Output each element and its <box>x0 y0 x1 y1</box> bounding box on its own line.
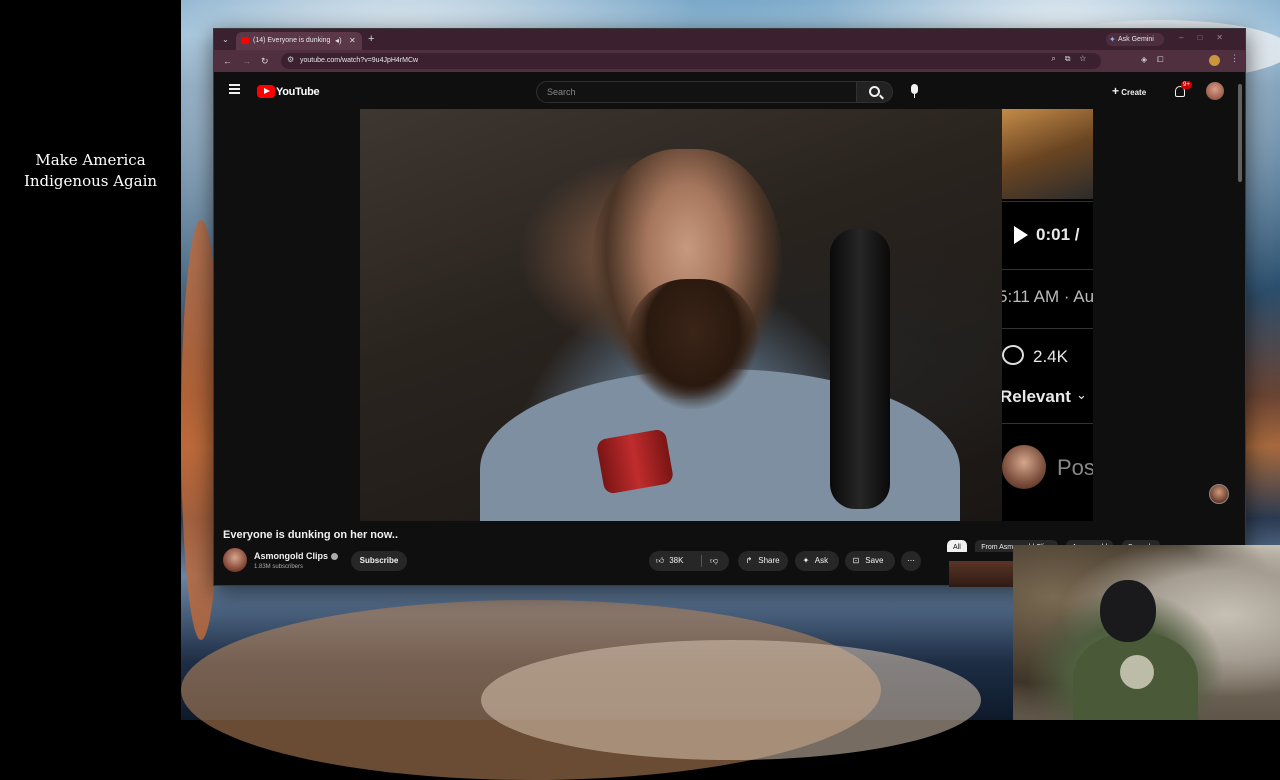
site-info-icon[interactable]: ⚙ <box>287 55 294 64</box>
more-icon: ⋯ <box>907 556 915 565</box>
tab-title: (14) Everyone is dunking on her now.. - … <box>253 37 331 44</box>
search-button[interactable] <box>857 81 893 103</box>
overlay-caption-line1: Make America <box>35 151 146 169</box>
save-button[interactable]: ⊡ Save <box>845 551 895 571</box>
avatar[interactable] <box>1206 82 1224 100</box>
webcam-shirt-print <box>1120 655 1154 689</box>
extensions-icons[interactable]: ◈⧠ <box>1141 55 1174 65</box>
bookmark-icon: ⊡ <box>852 556 860 565</box>
reload-icon[interactable]: ↻ <box>261 54 269 68</box>
ask-gemini-label: Ask Gemini <box>1118 36 1154 43</box>
video-frame-microphone <box>830 229 890 509</box>
embedded-sort-label: Relevant <box>1002 387 1071 406</box>
thumbs-down-icon[interactable]: 👎︎ <box>707 551 721 571</box>
page-scrollbar[interactable] <box>1238 84 1242 182</box>
youtube-favicon-icon <box>241 37 249 44</box>
recommended-video-thumbnail[interactable] <box>949 561 1013 587</box>
ask-gemini-button[interactable]: ✦ Ask Gemini <box>1106 33 1164 46</box>
share-icon: ↱ <box>745 556 753 565</box>
channel-name[interactable]: Asmongold Clips <box>254 550 338 562</box>
chip-all[interactable]: All <box>947 540 967 552</box>
embedded-comment-count: 2.4K <box>1033 347 1068 366</box>
verified-icon <box>331 553 338 561</box>
thumbs-up-icon[interactable]: 👍︎ <box>653 551 667 571</box>
sparkle-icon: ✦ <box>802 556 810 565</box>
tab-youtube[interactable]: (14) Everyone is dunking on her now.. - … <box>236 32 362 50</box>
play-icon <box>1014 226 1028 244</box>
notification-badge: 9+ <box>1181 81 1192 89</box>
streamer-webcam-overlay <box>1013 545 1280 720</box>
browser-profile-icon[interactable] <box>1209 55 1220 66</box>
close-icon[interactable]: ✕ <box>349 35 356 47</box>
divider <box>701 555 702 567</box>
embedded-avatar <box>1002 445 1046 489</box>
embedded-post-label: Pos <box>1057 455 1093 480</box>
video-player[interactable] <box>360 109 1002 521</box>
microphone-icon[interactable] <box>911 84 918 98</box>
more-actions-button[interactable]: ⋯ <box>901 551 921 571</box>
subscriber-count: 1.83M subscribers <box>254 564 304 570</box>
youtube-header: YouTube Search + Create 9+ <box>214 72 1245 108</box>
subscribe-button[interactable]: Subscribe <box>351 551 407 571</box>
embedded-time: 0:01 / <box>1036 225 1080 244</box>
channel-name-text[interactable]: Asmongold Clips <box>254 551 328 561</box>
youtube-logo-icon[interactable] <box>257 85 275 98</box>
create-label: Create <box>1121 88 1147 97</box>
youtube-wordmark[interactable]: YouTube <box>276 85 320 99</box>
ask-label: Ask <box>814 556 829 565</box>
speaker-icon[interactable]: ◂) <box>335 35 342 47</box>
forward-icon[interactable]: → <box>242 54 251 68</box>
share-label: Share <box>758 556 780 565</box>
search-input[interactable]: Search <box>536 81 857 103</box>
new-tab-button[interactable]: + <box>368 32 374 46</box>
embedded-thumbnail <box>1002 109 1093 199</box>
omnibox-actions[interactable]: ⌕⧉☆ <box>1051 54 1095 64</box>
video-embedded-screen-panel: 0:01 / 5:11 AM · Au 2.4K Relevant ⌄ Pos <box>1002 109 1093 521</box>
tab-search-button[interactable]: ⌄ <box>219 33 232 46</box>
video-frame-beard <box>628 279 758 409</box>
create-button[interactable]: + Create <box>1112 85 1146 99</box>
share-button[interactable]: ↱ Share <box>738 551 788 571</box>
save-label: Save <box>865 556 884 565</box>
ask-button[interactable]: ✦ Ask <box>795 551 839 571</box>
video-title: Everyone is dunking on her now.. <box>223 529 399 541</box>
back-icon[interactable]: ← <box>223 54 232 68</box>
channel-avatar[interactable] <box>223 548 247 572</box>
like-count[interactable]: 38K <box>669 556 683 565</box>
comment-icon <box>1002 345 1024 365</box>
webcam-person-head <box>1100 580 1156 642</box>
overlay-caption-line2: Indigenous Again <box>23 172 158 190</box>
gemini-icon: ✦ <box>1109 35 1116 44</box>
browser-window: ⌄ (14) Everyone is dunking on her now.. … <box>213 28 1246 587</box>
browser-toolbar: ← → ↻ ⚙ youtube.com/watch?v=9u4JpH4rMCw … <box>214 50 1245 72</box>
tab-strip: ⌄ (14) Everyone is dunking on her now.. … <box>214 29 1245 50</box>
browser-menu-icon[interactable]: ⋮ <box>1230 53 1239 64</box>
overlay-caption: Make America Indigenous Again <box>0 150 181 192</box>
stream-overlay-panel: Make America Indigenous Again <box>0 0 181 720</box>
url-text[interactable]: youtube.com/watch?v=9u4JpH4rMCw <box>300 55 418 67</box>
floating-avatar[interactable] <box>1209 484 1229 504</box>
embedded-timestamp: 5:11 AM · Au <box>1002 287 1093 306</box>
window-controls[interactable]: –□✕ <box>1179 33 1237 42</box>
plus-icon: + <box>1112 84 1120 98</box>
like-dislike-group: 👍︎ 38K 👎︎ <box>649 551 729 571</box>
address-bar[interactable]: ⚙ youtube.com/watch?v=9u4JpH4rMCw ⌕⧉☆ <box>281 53 1101 69</box>
hamburger-menu-icon[interactable] <box>229 84 240 94</box>
search-icon <box>869 86 880 97</box>
chevron-down-icon: ⌄ <box>1076 387 1087 402</box>
